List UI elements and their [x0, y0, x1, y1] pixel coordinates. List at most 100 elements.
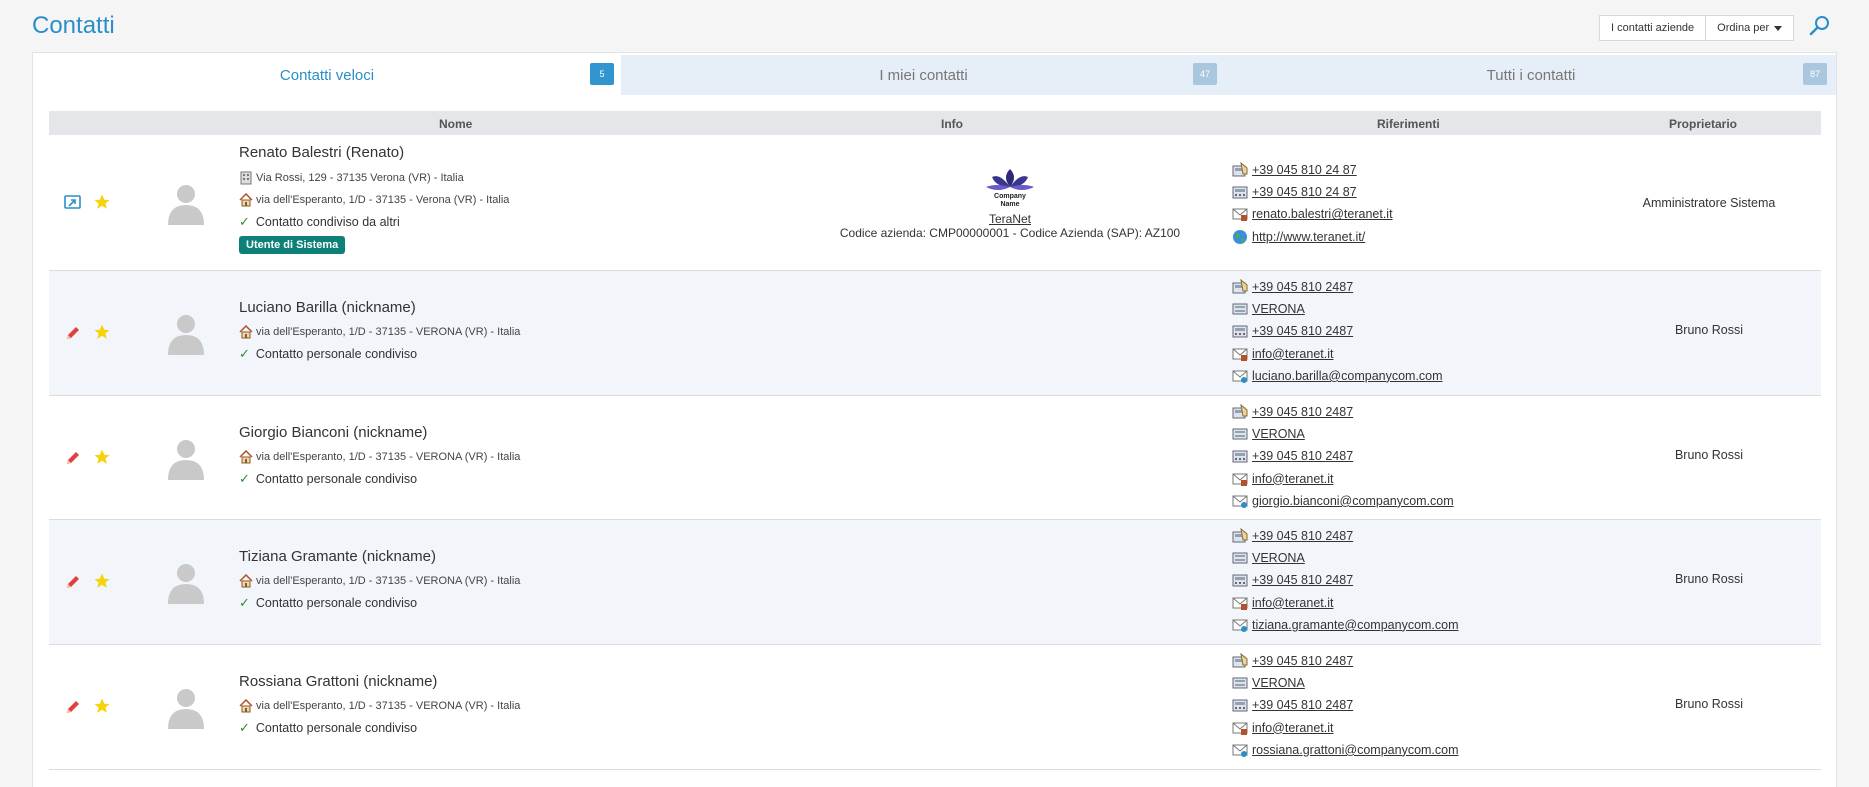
reference-item: +39 045 810 24 87 — [1232, 181, 1393, 203]
edit-icon[interactable] — [63, 572, 83, 592]
contact-name[interactable]: Renato Balestri (Renato) — [239, 143, 509, 163]
contact-details: Rossiana Grattoni (nickname) via dell'Es… — [239, 672, 520, 739]
owner: Bruno Rossi — [1674, 572, 1744, 586]
tab-i-miei-contatti[interactable]: I miei contatti 47 — [621, 55, 1226, 95]
reference-item: +39 045 810 2487 — [1232, 694, 1459, 716]
contacts-table: Nome Info Riferimenti Proprietario Renat… — [49, 111, 1821, 770]
sort-label: Ordina per — [1717, 22, 1770, 34]
tab-contatti-veloci[interactable]: Contatti veloci 5 — [33, 55, 621, 95]
reference-item: VERONA — [1232, 672, 1459, 694]
contact-details: Tiziana Gramante (nickname) via dell'Esp… — [239, 547, 520, 614]
edit-icon[interactable] — [63, 697, 83, 717]
table-header: Nome Info Riferimenti Proprietario — [49, 111, 1821, 135]
star-icon[interactable] — [93, 572, 111, 590]
contact-name[interactable]: Luciano Barilla (nickname) — [239, 298, 520, 318]
references: +39 045 810 2487 VERONA +39 045 810 2487… — [1232, 525, 1459, 636]
share-status: ✓ Contatto personale condiviso — [239, 471, 418, 486]
reference-item: info@teranet.it — [1232, 717, 1459, 739]
reference-item: giorgio.bianconi@companycom.com — [1232, 490, 1454, 512]
star-icon[interactable] — [93, 323, 111, 341]
phone-icon — [1232, 186, 1248, 199]
table-row: Rossiana Grattoni (nickname) via dell'Es… — [49, 645, 1821, 770]
column-header-nome[interactable]: Nome — [439, 117, 472, 131]
email-work-icon — [1232, 722, 1248, 735]
system-user-badge: Utente di Sistema — [239, 236, 346, 254]
references: +39 045 810 2487 VERONA +39 045 810 2487… — [1232, 401, 1454, 512]
email-icon — [1232, 370, 1248, 383]
avatar — [165, 685, 207, 731]
contact-details: Renato Balestri (Renato) Via Rossi, 129 … — [239, 143, 509, 254]
share-status: ✓ Contatto personale condiviso — [239, 346, 418, 361]
email-work-icon — [1232, 208, 1248, 222]
reference-item: http://www.teranet.it/ — [1232, 226, 1393, 248]
fax-icon — [1232, 428, 1248, 440]
phone-office-icon — [1232, 404, 1248, 419]
contact-name[interactable]: Giorgio Bianconi (nickname) — [239, 423, 520, 443]
check-icon: ✓ — [239, 720, 250, 735]
company-link[interactable]: TeraNet — [749, 212, 1271, 226]
sort-dropdown[interactable]: Ordina per — [1706, 15, 1795, 41]
star-icon[interactable] — [93, 697, 111, 715]
references: +39 045 810 24 87 +39 045 810 24 87 rena… — [1232, 159, 1393, 248]
search-icon[interactable] — [1808, 14, 1832, 38]
table-row: Tiziana Gramante (nickname) via dell'Esp… — [49, 520, 1821, 645]
references: +39 045 810 2487 VERONA +39 045 810 2487… — [1232, 650, 1459, 761]
reference-item: +39 045 810 2487 — [1232, 320, 1443, 342]
reference-item: rossiana.grattoni@companycom.com — [1232, 739, 1459, 761]
check-icon: ✓ — [239, 214, 250, 229]
reference-item: info@teranet.it — [1232, 592, 1459, 614]
email-work-icon — [1232, 473, 1248, 486]
owner: Bruno Rossi — [1674, 697, 1744, 711]
home-icon — [239, 574, 253, 588]
home-icon — [239, 699, 253, 713]
page-title: Contatti — [32, 12, 115, 39]
reference-item: info@teranet.it — [1232, 468, 1454, 490]
reference-item: +39 045 810 2487 — [1232, 650, 1459, 672]
tab-tutti-i-contatti[interactable]: Tutti i contatti 87 — [1226, 55, 1836, 95]
email-work-icon — [1232, 348, 1248, 361]
contact-details: Giorgio Bianconi (nickname) via dell'Esp… — [239, 423, 520, 490]
star-icon[interactable] — [93, 448, 111, 466]
tab-label: I miei contatti — [879, 66, 968, 84]
reference-item: +39 045 810 2487 — [1232, 276, 1443, 298]
share-status: ✓ Contatto personale condiviso — [239, 595, 418, 610]
avatar — [165, 181, 207, 227]
avatar — [165, 311, 207, 357]
svg-text:Name: Name — [1000, 201, 1019, 208]
email-icon — [1232, 495, 1248, 508]
company-contacts-button[interactable]: I contatti aziende — [1599, 15, 1707, 41]
table-row: Renato Balestri (Renato) Via Rossi, 129 … — [49, 135, 1821, 271]
star-icon[interactable] — [93, 193, 111, 211]
reference-item: +39 045 810 2487 — [1232, 401, 1454, 423]
top-toolbar: I contatti aziende Ordina per — [1599, 15, 1795, 41]
email-icon — [1232, 619, 1248, 632]
reference-item: VERONA — [1232, 547, 1459, 569]
column-header-proprietario[interactable]: Proprietario — [1669, 117, 1737, 131]
edit-icon[interactable] — [63, 448, 83, 468]
column-header-info: Info — [941, 117, 963, 131]
phone-office-icon — [1232, 279, 1248, 294]
company-logo: Company Name — [980, 165, 1040, 209]
tab-count-badge: 47 — [1193, 63, 1217, 85]
owner: Bruno Rossi — [1674, 448, 1744, 462]
home-icon — [239, 450, 253, 464]
home-icon — [239, 193, 253, 207]
fax-icon — [1232, 677, 1248, 689]
column-header-riferimenti: Riferimenti — [1377, 117, 1440, 131]
contact-name[interactable]: Tiziana Gramante (nickname) — [239, 547, 520, 567]
tab-count-badge: 5 — [590, 63, 614, 85]
contact-name[interactable]: Rossiana Grattoni (nickname) — [239, 672, 520, 692]
avatar — [165, 436, 207, 482]
edit-icon[interactable] — [63, 323, 83, 343]
reference-item: renato.balestri@teranet.it — [1232, 203, 1393, 225]
company-info: Company Name TeraNet Codice azienda: CMP… — [749, 165, 1271, 240]
check-icon: ✓ — [239, 471, 250, 486]
email-work-icon — [1232, 597, 1248, 610]
phone-icon — [1232, 574, 1248, 587]
table-row: Giorgio Bianconi (nickname) via dell'Esp… — [49, 396, 1821, 520]
share-icon[interactable] — [63, 193, 83, 213]
tab-label: Tutti i contatti — [1486, 66, 1576, 84]
reference-item: VERONA — [1232, 298, 1443, 320]
owner: Bruno Rossi — [1674, 323, 1744, 337]
phone-office-icon — [1232, 528, 1248, 543]
